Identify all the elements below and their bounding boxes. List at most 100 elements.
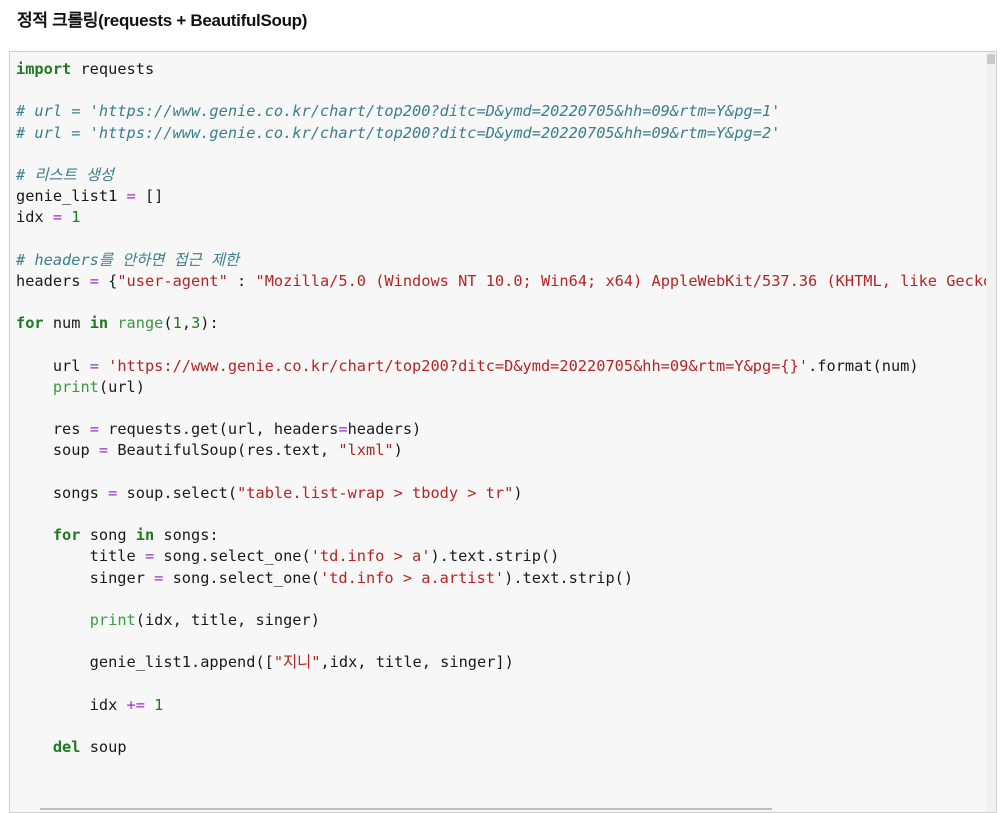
code-token: ): [393, 441, 403, 460]
code-token: 'td.info > a': [310, 547, 431, 566]
code-token: ):: [200, 314, 219, 333]
code-token: 1: [154, 695, 164, 714]
code-token: del: [52, 738, 81, 756]
code-token: =: [89, 356, 99, 375]
code-line: idx = 1: [16, 207, 996, 228]
code-token: in: [89, 314, 109, 333]
code-line: res = requests.get(url, headers=headers): [16, 419, 996, 440]
code-token: =: [98, 441, 109, 460]
code-token: "Mozilla/5.0 (Windows NT 10.0; Win64; x6…: [255, 271, 997, 290]
code-token: # 리스트 생성: [16, 165, 114, 184]
code-token: # url = 'https://www.genie.co.kr/chart/t…: [16, 102, 781, 121]
code-token: (idx, title, singer): [135, 610, 320, 629]
code-token: res: [16, 420, 90, 439]
code-token: songs:: [154, 526, 219, 545]
code-line: headers = {"user-agent" : "Mozilla/5.0 (…: [16, 271, 997, 292]
code-token: import: [16, 60, 72, 78]
code-line: print(url): [16, 377, 996, 398]
code-token: for: [16, 314, 44, 333]
code-token: +=: [126, 695, 145, 714]
code-token: "user-agent": [117, 271, 228, 290]
code-token: requests: [71, 60, 155, 78]
code-token: song: [80, 526, 136, 545]
code-token: =: [52, 208, 63, 227]
code-token: ).text.strip(): [504, 568, 634, 587]
code-token: soup: [16, 441, 99, 460]
code-token: =: [126, 187, 136, 206]
code-token: 'https://www.genie.co.kr/chart/top200?di…: [108, 356, 809, 375]
code-token: # headers를 안하면 접근 제한: [16, 250, 240, 269]
code-token: ).text.strip(): [430, 547, 560, 566]
code-token: 'td.info > a.artist': [319, 568, 505, 587]
code-token: requests.get(url, headers: [98, 420, 339, 439]
code-token: for: [52, 526, 81, 545]
code-token: idx: [16, 695, 127, 714]
code-token: =: [89, 271, 99, 290]
code-line: # url = 'https://www.genie.co.kr/chart/t…: [16, 123, 996, 144]
code-token: []: [135, 187, 164, 206]
code-line: songs = soup.select("table.list-wrap > t…: [16, 483, 996, 504]
code-line: idx += 1: [16, 695, 996, 716]
code-token: "지니": [273, 653, 321, 672]
code-token: title: [16, 547, 145, 566]
code-token: (url): [98, 377, 145, 396]
code-token: print: [52, 377, 99, 396]
code-token: ,idx, title, singer]): [320, 653, 514, 672]
code-token: {: [98, 271, 118, 290]
scrollbar-thumb[interactable]: [987, 54, 995, 64]
code-token: "table.list-wrap > tbody > tr": [237, 483, 514, 502]
code-token: 1: [172, 314, 182, 333]
code-token: BeautifulSoup(res.text,: [108, 441, 339, 460]
code-token: soup: [80, 738, 127, 756]
code-token: singer: [16, 568, 155, 587]
code-content[interactable]: import requests # url = 'https://www.gen…: [16, 59, 997, 758]
code-token: "lxml": [338, 441, 394, 460]
code-token: print: [89, 610, 136, 629]
code-block[interactable]: import requests # url = 'https://www.gen…: [9, 51, 997, 813]
code-token: (: [163, 314, 173, 333]
code-line: genie_list1.append(["지니",idx, title, sin…: [16, 652, 996, 673]
code-token: song.select_one(: [163, 568, 320, 587]
code-token: =: [338, 420, 348, 439]
code-line: singer = song.select_one('td.info > a.ar…: [16, 568, 996, 589]
code-token: in: [135, 526, 155, 545]
code-token: soup.select(: [117, 483, 238, 502]
code-token: song.select_one(: [154, 547, 311, 566]
code-line: # headers를 안하면 접근 제한: [16, 250, 996, 271]
code-line: title = song.select_one('td.info > a').t…: [16, 546, 996, 567]
code-token: idx: [16, 208, 53, 227]
horizontal-scrollbar[interactable]: [40, 808, 772, 810]
code-token: 1: [71, 208, 81, 227]
code-line: for song in songs:: [16, 525, 996, 546]
code-line: soup = BeautifulSoup(res.text, "lxml"): [16, 440, 996, 461]
vertical-scrollbar[interactable]: [986, 52, 996, 812]
code-token: =: [144, 547, 155, 566]
code-line: # 리스트 생성: [16, 165, 996, 186]
code-token: # url = 'https://www.genie.co.kr/chart/t…: [16, 123, 781, 142]
code-token: .format(num): [808, 356, 919, 375]
code-token: headers: [16, 271, 90, 290]
code-token: url: [16, 356, 90, 375]
code-line: genie_list1 = []: [16, 186, 996, 207]
code-line: # url = 'https://www.genie.co.kr/chart/t…: [16, 101, 996, 122]
code-line: for num in range(1,3):: [16, 313, 996, 334]
code-token: num: [43, 314, 90, 333]
